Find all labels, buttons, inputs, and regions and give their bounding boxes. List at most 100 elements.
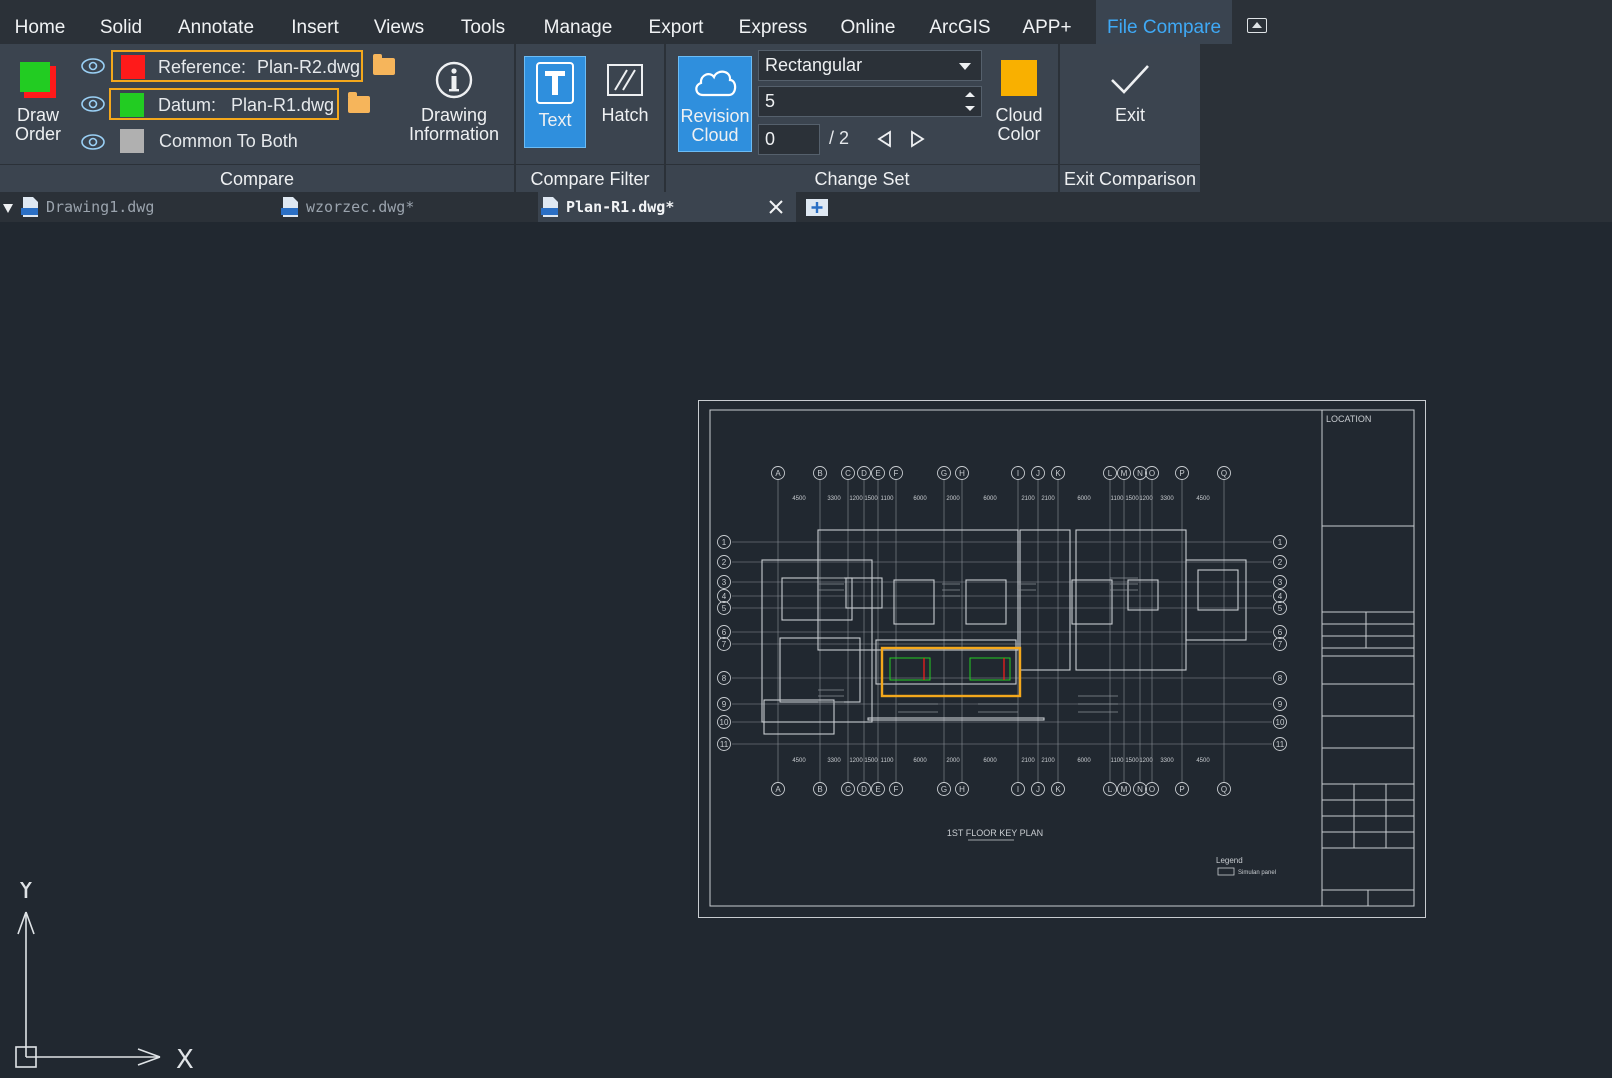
ucs-axis-icon: Y X — [15, 882, 194, 1075]
arc-length-spinner[interactable]: 5 — [758, 86, 982, 117]
tab-annotate[interactable]: Annotate — [172, 0, 260, 44]
tab-manage[interactable]: Manage — [534, 0, 622, 44]
dimension-text: 6000 — [983, 496, 997, 502]
tab-views[interactable]: Views — [366, 0, 432, 44]
datum-file-selector[interactable]: Datum: Plan-R1.dwg — [109, 88, 339, 120]
dimension-labels: 4500450033003300120012001500150011001100… — [792, 496, 1210, 764]
doc-tab-label: Drawing1.dwg — [46, 198, 155, 216]
dimension-text: 1200 — [1139, 496, 1153, 502]
dimension-text: 1100 — [1111, 496, 1125, 502]
reference-color-swatch[interactable] — [121, 55, 145, 79]
dimension-text: 2100 — [1041, 758, 1055, 764]
hatch-filter-label: Hatch — [601, 105, 649, 125]
change-total: / 2 — [829, 128, 850, 148]
next-change-icon[interactable] — [908, 130, 926, 148]
row-bubble-left-label: 3 — [722, 578, 727, 587]
tab-solid[interactable]: Solid — [88, 0, 154, 44]
drawing-sheet[interactable]: LOCATION AABBCCDDEEFFGGHHIIJJKKLLMMNNOOP… — [698, 400, 1426, 918]
draw-order-button[interactable]: Draw Order — [6, 60, 70, 170]
previous-change-icon[interactable] — [876, 130, 894, 148]
column-bubble-top-label: P — [1179, 469, 1184, 478]
drawing-information-button[interactable]: Drawing Information — [402, 60, 506, 170]
column-bubble-top-label: G — [941, 469, 947, 478]
reference-file-name: Plan-R2.dwg — [257, 57, 361, 77]
panel-exit-comparison-title: Exit Comparison — [1060, 164, 1200, 192]
column-bubble-bottom-label: A — [775, 785, 781, 794]
tab-list-chevron-down-icon[interactable] — [2, 202, 14, 214]
exit-comparison-button[interactable]: Exit — [1090, 60, 1170, 160]
plan-title: 1ST FLOOR KEY PLAN — [947, 828, 1043, 838]
common-label: Common To Both — [159, 131, 298, 151]
tab-insert[interactable]: Insert — [282, 0, 348, 44]
row-bubble-right-label: 1 — [1278, 538, 1283, 547]
dimension-text: 1500 — [1125, 496, 1139, 502]
column-bubble-top-label: C — [845, 469, 851, 478]
common-row: Common To Both — [111, 126, 351, 158]
row-bubble-right-label: 8 — [1278, 674, 1283, 683]
tab-online[interactable]: Online — [830, 0, 906, 44]
ribbon-collapse-button[interactable] — [1247, 18, 1267, 33]
column-bubble-top-label: Q — [1221, 469, 1227, 478]
text-icon — [536, 62, 574, 104]
column-bubble-top-label: M — [1121, 469, 1128, 478]
reference-file-selector[interactable]: Reference: Plan-R2.dwg — [111, 50, 363, 82]
row-bubble-right-label: 11 — [1276, 740, 1285, 749]
row-bubble-left-label: 5 — [722, 604, 727, 613]
column-bubble-bottom-label: L — [1108, 785, 1113, 794]
close-icon[interactable] — [768, 199, 784, 215]
row-bubble-left-label: 8 — [722, 674, 727, 683]
revision-cloud-button[interactable]: Revision Cloud — [678, 56, 752, 152]
cloud-shape-dropdown[interactable]: Rectangular — [758, 50, 982, 81]
row-bubble-right-label: 5 — [1278, 604, 1283, 613]
column-bubble-bottom-label: K — [1055, 785, 1061, 794]
datum-folder-icon[interactable] — [348, 92, 370, 113]
doc-tab-wzorzec[interactable]: wzorzec.dwg* — [278, 192, 534, 222]
dwg-file-icon — [541, 197, 558, 217]
cloud-color-label: Cloud Color — [995, 105, 1043, 144]
hatch-filter-button[interactable]: Hatch — [592, 60, 658, 152]
panel-exit-comparison: Exit Exit Comparison — [1060, 44, 1200, 192]
draw-order-icon — [20, 62, 56, 98]
datum-color-swatch[interactable] — [120, 93, 144, 117]
tab-file-compare[interactable]: File Compare — [1096, 0, 1232, 44]
tab-home[interactable]: Home — [6, 0, 74, 44]
dimension-text: 6000 — [1077, 758, 1091, 764]
dwg-file-icon — [281, 197, 298, 217]
draw-order-label: Draw Order — [14, 105, 61, 144]
change-index-field[interactable]: 0 — [758, 124, 820, 155]
column-bubble-top-label: I — [1017, 469, 1019, 478]
row-bubble-left-label: 9 — [722, 700, 727, 709]
new-tab-icon[interactable] — [804, 196, 830, 218]
tab-tools[interactable]: Tools — [450, 0, 516, 44]
dimension-text: 4500 — [1196, 758, 1210, 764]
revision-cloud-highlight[interactable] — [880, 646, 1022, 698]
tab-express[interactable]: Express — [732, 0, 814, 44]
tab-arcgis[interactable]: ArcGIS — [922, 0, 998, 44]
text-filter-label: Text — [538, 110, 572, 130]
row-bubble-right-label: 4 — [1278, 592, 1283, 601]
info-icon — [435, 61, 473, 99]
drawing-canvas[interactable]: LOCATION AABBCCDDEEFFGGHHIIJJKKLLMMNNOOP… — [0, 222, 1612, 1078]
reference-visibility-eye-icon[interactable] — [80, 56, 106, 76]
doc-tab-drawing1[interactable]: Drawing1.dwg — [18, 192, 274, 222]
common-color-swatch[interactable] — [120, 129, 144, 153]
tab-app-plus[interactable]: APP+ — [1016, 0, 1078, 44]
text-filter-button[interactable]: Text — [524, 56, 586, 148]
dimension-text: 3300 — [827, 496, 841, 502]
spinner-arrows-icon[interactable] — [961, 87, 979, 116]
doc-tab-label: wzorzec.dwg* — [306, 198, 415, 216]
row-bubble-right-label: 10 — [1276, 718, 1285, 727]
legend-item: Simulan panel — [1238, 870, 1276, 876]
common-visibility-eye-icon[interactable] — [80, 132, 106, 152]
tab-export[interactable]: Export — [640, 0, 712, 44]
cloud-color-swatch — [1001, 60, 1037, 96]
row-bubble-right-label: 7 — [1278, 640, 1283, 649]
datum-visibility-eye-icon[interactable] — [80, 94, 106, 114]
ribbon: Draw Order Reference: Plan-R2.dwg Datum: — [0, 44, 1612, 192]
doc-tab-plan-r1[interactable]: Plan-R1.dwg* — [538, 192, 796, 222]
column-bubble-bottom-label: O — [1149, 785, 1155, 794]
dimension-text: 1200 — [849, 758, 863, 764]
dimension-text: 4500 — [1196, 496, 1210, 502]
reference-folder-icon[interactable] — [373, 54, 395, 75]
cloud-color-button[interactable]: Cloud Color — [984, 60, 1054, 160]
